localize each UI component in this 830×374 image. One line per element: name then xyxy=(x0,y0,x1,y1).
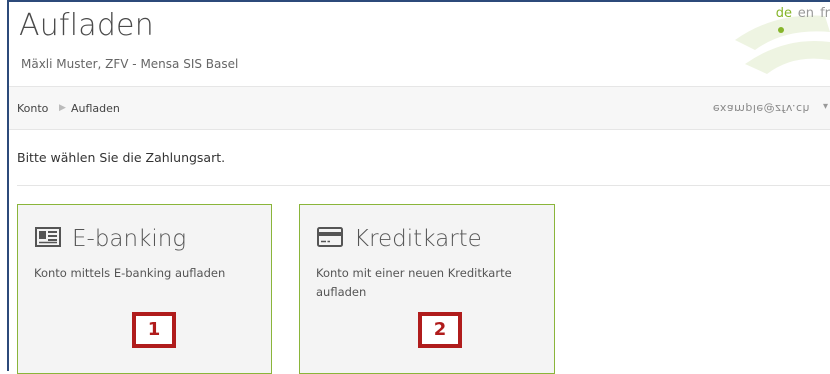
payment-option-title: Kreditkarte xyxy=(354,226,482,252)
breadcrumb: Konto ▶ Aufladen example@zfv.ch ▾ xyxy=(9,86,830,130)
page-title: Aufladen xyxy=(19,8,154,43)
app-frame: Aufladen Mäxli Muster, ZFV - Mensa SIS B… xyxy=(7,0,830,374)
active-language-indicator xyxy=(778,27,784,33)
language-de-link[interactable]: de xyxy=(776,6,792,21)
payment-option-description: Konto mit einer neuen Kreditkarte auflad… xyxy=(316,266,512,299)
payment-option-ebanking-card[interactable]: E-banking Konto mittels E-banking auflad… xyxy=(17,204,272,374)
step-number-badge: 2 xyxy=(418,312,462,348)
breadcrumb-item-konto[interactable]: Konto xyxy=(17,102,48,115)
page-header: Aufladen Mäxli Muster, ZFV - Mensa SIS B… xyxy=(9,2,830,86)
breadcrumb-separator-icon: ▶ xyxy=(59,103,66,113)
breadcrumb-item-aufladen: Aufladen xyxy=(71,102,120,115)
chevron-down-icon[interactable]: ▾ xyxy=(823,101,828,112)
language-en-link[interactable]: en xyxy=(798,6,814,21)
newspaper-icon xyxy=(35,227,61,251)
payment-option-creditcard-card[interactable]: Kreditkarte Konto mit einer neuen Kredit… xyxy=(299,204,555,374)
step-number-badge: 1 xyxy=(132,312,176,348)
payment-option-title: E-banking xyxy=(72,226,187,252)
user-location-subtitle: Mäxli Muster, ZFV - Mensa SIS Basel xyxy=(21,57,239,71)
credit-card-icon xyxy=(317,227,343,251)
payment-instruction: Bitte wählen Sie die Zahlungsart. xyxy=(17,150,226,165)
divider xyxy=(17,185,830,186)
user-email-menu[interactable]: example@zfv.ch xyxy=(713,102,810,115)
language-fr-link[interactable]: fr xyxy=(820,6,830,21)
payment-option-description: Konto mittels E-banking aufladen xyxy=(34,266,226,280)
